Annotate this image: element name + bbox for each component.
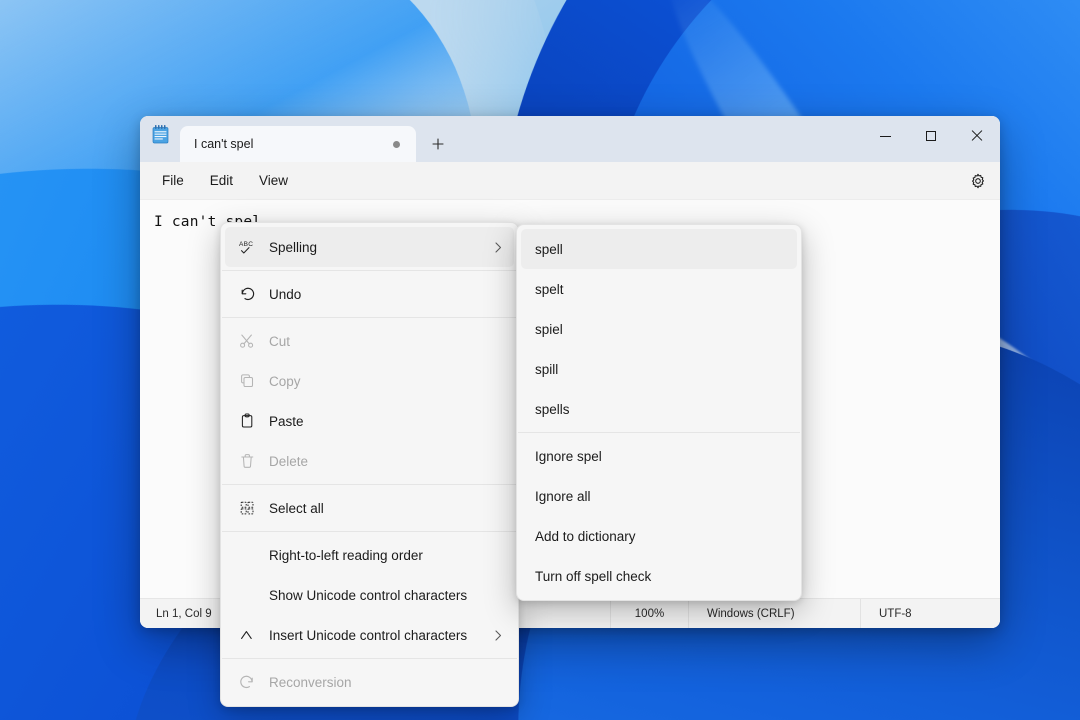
context-menu-separator [222, 484, 517, 485]
chevron-right-icon [495, 242, 502, 253]
spelling-suggestion-spell[interactable]: spell [521, 229, 797, 269]
trash-icon [239, 453, 269, 469]
maximize-button[interactable] [908, 116, 954, 156]
spelling-suggestion-spelt[interactable]: spelt [521, 269, 797, 309]
maximize-icon [926, 131, 936, 141]
spelling-submenu: spell spelt spiel spill spells Ignore sp… [516, 224, 802, 601]
context-menu-item-insert-unicode-control-characters[interactable]: Insert Unicode control characters [225, 615, 514, 655]
context-menu-label-delete: Delete [269, 454, 502, 469]
document-text-prefix: I can't [154, 214, 225, 230]
spelling-submenu-separator [518, 432, 800, 433]
tab-title: I can't spel [194, 137, 385, 151]
context-menu-label-rtl-reading-order: Right-to-left reading order [269, 548, 502, 563]
tab-document[interactable]: I can't spel [180, 126, 416, 162]
context-menu-separator [222, 317, 517, 318]
spelling-suggestion-spiel[interactable]: spiel [521, 309, 797, 349]
caret-up-icon [239, 627, 269, 643]
context-menu-item-cut: Cut [225, 321, 514, 361]
context-menu-label-insert-unicode-control-characters: Insert Unicode control characters [269, 628, 485, 643]
spelling-action-ignore-all[interactable]: Ignore all [521, 476, 797, 516]
menubar-label-edit: Edit [210, 173, 233, 188]
spelling-suggestion-spells[interactable]: spells [521, 389, 797, 429]
context-menu-label-spelling: Spelling [269, 240, 485, 255]
spelling-action-ignore-spel[interactable]: Ignore spel [521, 436, 797, 476]
context-menu-item-show-unicode-control-characters[interactable]: Show Unicode control characters [225, 575, 514, 615]
menubar-label-view: View [259, 173, 288, 188]
context-menu-separator [222, 531, 517, 532]
context-menu-item-paste[interactable]: Paste [225, 401, 514, 441]
clipboard-icon [239, 413, 269, 429]
context-menu-label-paste: Paste [269, 414, 502, 429]
context-menu-label-show-unicode-control-characters: Show Unicode control characters [269, 588, 502, 603]
context-menu-item-undo[interactable]: Undo [225, 274, 514, 314]
spelling-action-turn-off-spell-check[interactable]: Turn off spell check [521, 556, 797, 596]
context-menu-item-spelling[interactable]: ABC Spelling [225, 227, 514, 267]
spelling-action-add-to-dictionary[interactable]: Add to dictionary [521, 516, 797, 556]
menubar-item-view[interactable]: View [247, 168, 300, 193]
close-button[interactable] [954, 116, 1000, 156]
title-bar: I can't spel [140, 116, 1000, 162]
undo-icon [239, 286, 269, 302]
menu-bar: File Edit View [140, 162, 1000, 200]
minimize-icon [880, 136, 891, 137]
status-zoom-level[interactable]: 100% [610, 599, 688, 628]
context-menu-item-rtl-reading-order[interactable]: Right-to-left reading order [225, 535, 514, 575]
unsaved-changes-dot [393, 141, 400, 148]
spelling-suggestion-spill[interactable]: spill [521, 349, 797, 389]
context-menu-item-select-all[interactable]: Select all [225, 488, 514, 528]
minimize-button[interactable] [862, 116, 908, 156]
context-menu-label-cut: Cut [269, 334, 502, 349]
redo-icon [239, 674, 269, 690]
gear-icon[interactable] [966, 169, 990, 193]
svg-text:ABC: ABC [239, 241, 253, 248]
context-menu-separator [222, 658, 517, 659]
menubar-label-file: File [162, 173, 184, 188]
context-menu-label-copy: Copy [269, 374, 502, 389]
plus-icon [432, 138, 444, 150]
context-menu-separator [222, 270, 517, 271]
notepad-icon [140, 116, 180, 162]
window-controls [862, 116, 1000, 156]
context-menu-item-delete: Delete [225, 441, 514, 481]
desktop-wallpaper: I can't spel [0, 0, 1080, 720]
context-menu-label-undo: Undo [269, 287, 502, 302]
context-menu-item-copy: Copy [225, 361, 514, 401]
abc-check-icon: ABC [239, 239, 269, 255]
menubar-item-file[interactable]: File [150, 168, 196, 193]
context-menu-label-reconversion: Reconversion [269, 675, 502, 690]
chevron-right-icon [495, 630, 502, 641]
context-menu-item-reconversion: Reconversion [225, 662, 514, 702]
copy-icon [239, 373, 269, 389]
menubar-item-edit[interactable]: Edit [198, 168, 245, 193]
status-encoding[interactable]: UTF-8 [860, 599, 1000, 628]
context-menu: ABC Spelling Undo [220, 222, 519, 707]
context-menu-label-select-all: Select all [269, 501, 502, 516]
close-icon [971, 130, 983, 142]
status-line-endings[interactable]: Windows (CRLF) [688, 599, 860, 628]
select-all-icon [239, 500, 269, 516]
scissors-icon [239, 333, 269, 349]
new-tab-button[interactable] [420, 126, 456, 162]
